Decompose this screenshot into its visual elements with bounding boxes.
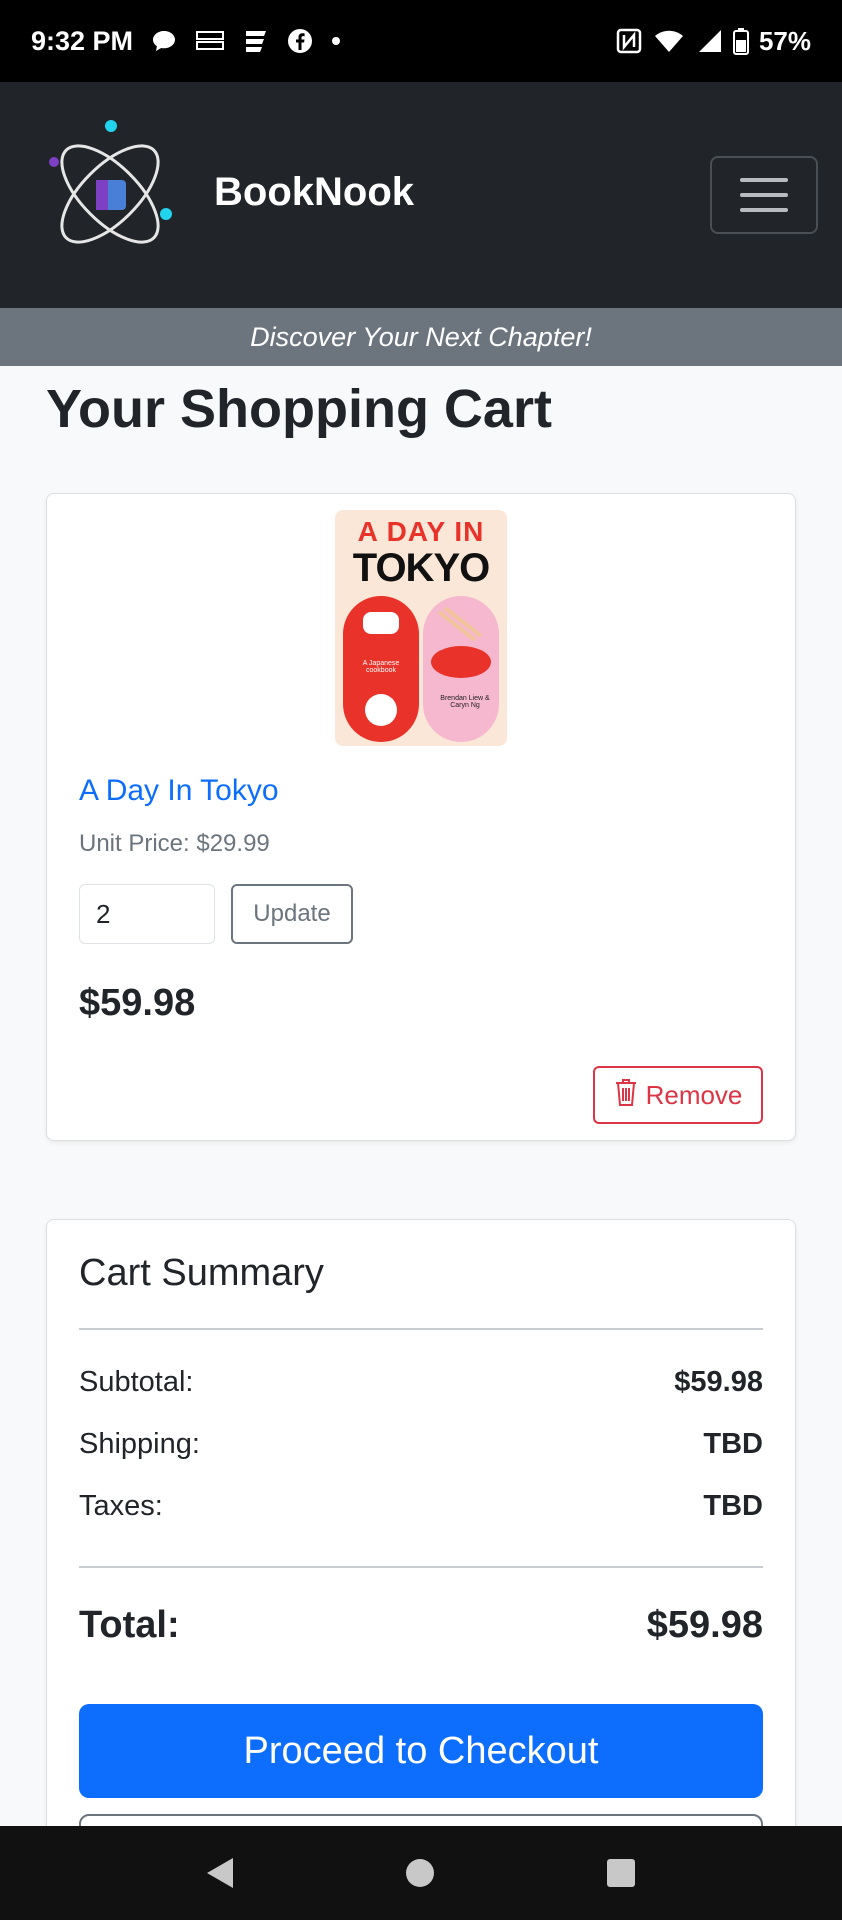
cover-title-line2: TOKYO: [352, 546, 491, 590]
nfc-icon: [615, 27, 643, 55]
page-title: Your Shopping Cart: [46, 379, 552, 439]
shipping-value: TBD: [703, 1428, 763, 1460]
navbar: BookNook: [0, 82, 842, 308]
cart-item-card: A DAY IN TOKYO A Japanese cookbook Brend…: [46, 493, 796, 1141]
hamburger-menu-icon: [740, 193, 788, 197]
wifi-icon: [653, 28, 685, 54]
battery-icon: [732, 27, 749, 55]
line-total: $59.98: [79, 982, 196, 1024]
taxes-label: Taxes:: [79, 1490, 163, 1522]
hamburger-menu-icon: [740, 178, 788, 182]
trash-icon: [614, 1077, 638, 1114]
remove-item-button[interactable]: Remove: [593, 1066, 763, 1124]
facebook-icon: [287, 28, 313, 54]
total-label: Total:: [79, 1604, 180, 1646]
taxes-row: Taxes: TBD: [79, 1490, 763, 1523]
proceed-to-checkout-button[interactable]: Proceed to Checkout: [79, 1704, 763, 1798]
hamburger-menu-icon: [740, 208, 788, 212]
shipping-label: Shipping:: [79, 1428, 200, 1460]
total-value: $59.98: [646, 1604, 763, 1646]
signal-icon: [695, 28, 723, 54]
dot-icon: [331, 36, 341, 46]
cover-authors: Brendan Liew & Caryn Ng: [440, 695, 490, 709]
cover-subtitle: A Japanese cookbook: [362, 660, 400, 674]
remove-label: Remove: [645, 1079, 743, 1110]
cart-item-title-link[interactable]: A Day In Tokyo: [79, 774, 279, 808]
cart-summary-card: Cart Summary Subtotal: $59.98 Shipping: …: [46, 1219, 796, 1874]
quantity-input[interactable]: [79, 884, 215, 944]
chat-bubble-icon: [151, 29, 177, 53]
brand-name[interactable]: BookNook: [214, 170, 414, 215]
temu-icon: [195, 30, 225, 52]
cover-title-line1: A DAY IN: [357, 516, 485, 547]
book-cover-image[interactable]: A DAY IN TOKYO A Japanese cookbook Brend…: [335, 510, 507, 746]
back-icon[interactable]: [206, 1858, 233, 1888]
news-icon: [243, 28, 269, 54]
brand-logo-icon[interactable]: [46, 116, 178, 266]
home-icon[interactable]: [405, 1859, 434, 1887]
status-bar: 9:32 PM 57%: [0, 0, 842, 82]
subtotal-value: $59.98: [674, 1366, 763, 1398]
subtotal-row: Subtotal: $59.98: [79, 1366, 763, 1399]
recent-apps-icon[interactable]: [607, 1859, 636, 1887]
battery-percent: 57%: [758, 25, 811, 56]
summary-divider: [79, 1566, 763, 1568]
total-row: Total: $59.98: [79, 1604, 763, 1647]
subtotal-label: Subtotal:: [79, 1366, 194, 1398]
status-bar-left: 9:32 PM: [31, 26, 341, 57]
status-time: 9:32 PM: [31, 25, 134, 56]
tagline-banner: Discover Your Next Chapter!: [0, 308, 842, 366]
status-bar-right: 57%: [615, 26, 811, 57]
unit-price: Unit Price: $29.99: [79, 830, 270, 857]
cart-summary-title: Cart Summary: [79, 1252, 324, 1294]
shipping-row: Shipping: TBD: [79, 1428, 763, 1461]
summary-divider: [79, 1328, 763, 1330]
android-nav-bar: [0, 1826, 842, 1920]
hamburger-menu-button[interactable]: [710, 156, 818, 234]
update-quantity-button[interactable]: Update: [231, 884, 353, 944]
taxes-value: TBD: [703, 1490, 763, 1522]
